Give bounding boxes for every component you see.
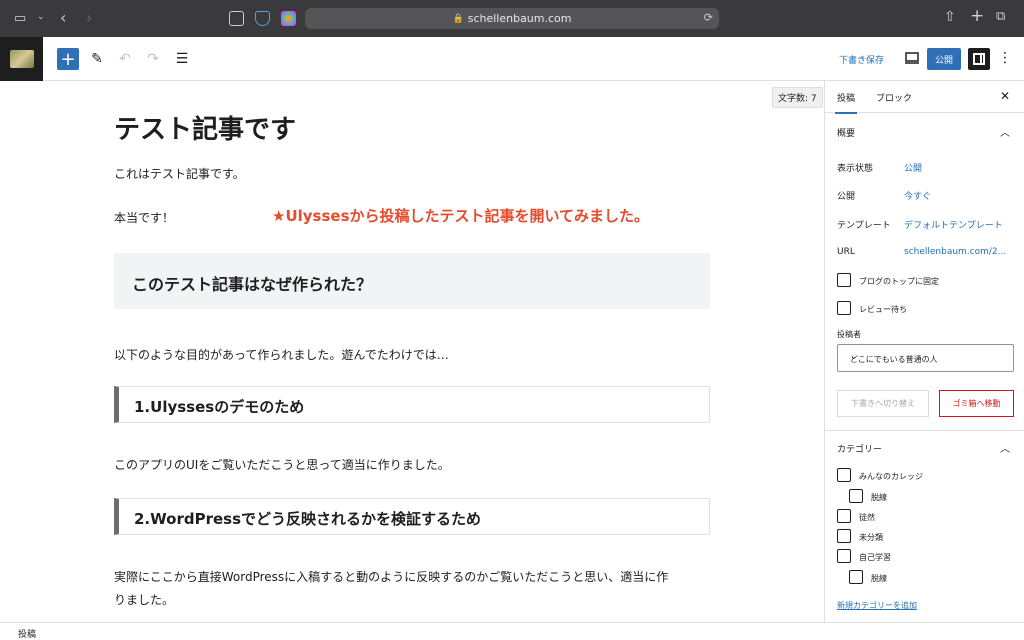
visibility-label: 表示状態 — [837, 164, 874, 174]
settings-sidebar: 投稿 ブロック ✕ 概要 ︿ 表示状態 公開 公開 今すぐ テンプレート デフォ… — [824, 81, 1024, 622]
chevron-up-icon[interactable]: ︿ — [1000, 440, 1010, 455]
editor-toolbar: + ✎ ↶ ↷ ☰ 下書き保存 公開 ⋮ — [0, 37, 1024, 81]
paragraph-2[interactable]: 本当です！ — [114, 209, 174, 226]
url-label: URL — [837, 247, 855, 257]
category-label: 未分類 — [859, 533, 883, 542]
forward-icon[interactable]: › — [86, 10, 92, 26]
category-label: 脱線 — [871, 574, 887, 583]
heading-2-block[interactable]: このテスト記事はなぜ作られた？ — [114, 253, 710, 309]
address-url: schellenbaum.com — [467, 12, 572, 25]
template-value[interactable]: デフォルトテンプレート — [904, 218, 1003, 231]
publish-button[interactable]: 公開 — [927, 48, 961, 70]
visibility-value[interactable]: 公開 — [904, 161, 922, 174]
sidebar-tabs: 投稿 ブロック ✕ — [825, 81, 1024, 114]
categories-panel-title[interactable]: カテゴリー — [837, 442, 882, 455]
settings-toggle-button[interactable] — [968, 48, 990, 70]
paragraph-1[interactable]: これはテスト記事です。 — [114, 165, 245, 182]
category-label: 徒然 — [859, 513, 875, 522]
redo-icon[interactable]: ↷ — [142, 48, 164, 70]
notion-extension-icon[interactable] — [229, 11, 244, 26]
address-bar[interactable]: 🔒 schellenbaum.com ⟳ — [305, 8, 719, 29]
add-block-button[interactable]: + — [57, 48, 79, 70]
tab-post[interactable]: 投稿 — [834, 91, 858, 114]
sidebar-panel-icon — [973, 53, 985, 65]
template-label: テンプレート — [837, 221, 891, 231]
chevron-down-icon: ⌄ — [850, 352, 858, 362]
more-options-icon[interactable]: ⋮ — [998, 50, 1012, 66]
heading-3-block-a[interactable]: 1.Ulyssesのデモのため — [114, 386, 710, 423]
chevron-down-icon[interactable]: ⌄ — [37, 13, 45, 22]
breadcrumb[interactable]: 投稿 — [18, 627, 36, 640]
category-label: みんなのカレッジ — [859, 472, 923, 481]
share-icon[interactable]: ⇧ — [944, 10, 956, 24]
tab-block[interactable]: ブロック — [876, 91, 912, 104]
lock-icon: 🔒 — [452, 13, 464, 24]
heading-3b-text: 2.WordPressでどう反映されるかを検証するため — [134, 510, 482, 528]
paragraph-3[interactable]: 以下のような目的があって作られました。遊んでたわけでは… — [114, 346, 449, 363]
sticky-label: ブログのトップに固定 — [859, 277, 939, 286]
category-label: 脱線 — [871, 493, 887, 502]
back-icon[interactable]: ‹ — [60, 10, 66, 26]
undo-icon[interactable]: ↶ — [114, 48, 136, 70]
category-checkbox[interactable] — [837, 468, 851, 482]
sidebar-toggle-icon[interactable]: ▭ — [14, 12, 26, 25]
heading-3-block-b[interactable]: 2.WordPressでどう反映されるかを検証するため — [114, 498, 710, 535]
paragraph-5-line-1[interactable]: 実際にここから直接WordPressに入稿すると動のように反映するのかご覧いただ… — [114, 568, 668, 585]
url-value[interactable]: schellenbaum.com/2... — [904, 247, 1006, 257]
editor-canvas: 文字数: 7 テスト記事です これはテスト記事です。 本当です！ ★Ulysse… — [0, 81, 824, 622]
grid-extension-icon[interactable] — [281, 11, 296, 26]
publish-label: 公開 — [837, 192, 856, 202]
category-checkbox[interactable] — [849, 570, 863, 584]
add-category-link[interactable]: 新規カテゴリーを追加 — [837, 600, 917, 611]
paragraph-5-line-2[interactable]: りました。 — [114, 591, 174, 608]
pending-review-label: レビュー待ち — [859, 305, 907, 314]
category-checkbox[interactable] — [837, 529, 851, 543]
author-label: 投稿者 — [837, 330, 861, 339]
publish-value[interactable]: 今すぐ — [904, 189, 931, 202]
move-to-trash-button[interactable]: ゴミ箱へ移動 — [939, 390, 1014, 417]
switch-to-draft-button[interactable]: 下書きへ切り替え — [837, 390, 929, 417]
browser-toolbar: ▭ ⌄ ‹ › 🔒 schellenbaum.com ⟳ ⇧ + ⧉ — [0, 0, 1024, 37]
chevron-up-icon[interactable]: ︿ — [1000, 124, 1010, 139]
editor-footer: 投稿 — [0, 622, 1024, 640]
shield-extension-icon[interactable] — [255, 11, 270, 26]
author-select[interactable]: どこにでもいる普通の人 ⌄ — [837, 344, 1014, 372]
edit-tool-icon[interactable]: ✎ — [86, 48, 108, 70]
category-checkbox[interactable] — [837, 549, 851, 563]
new-tab-icon[interactable]: + — [970, 8, 984, 25]
heading-2-text: このテスト記事はなぜ作られた？ — [132, 275, 373, 294]
category-label: 自己学習 — [859, 553, 891, 562]
category-checkbox[interactable] — [849, 489, 863, 503]
category-checkbox[interactable] — [837, 509, 851, 523]
word-count-badge: 文字数: 7 — [772, 87, 823, 108]
site-logo-image — [9, 50, 34, 68]
summary-panel-title[interactable]: 概要 — [837, 126, 855, 139]
highlight-note[interactable]: ★Ulyssesから投稿したテスト記事を開いてみました。 — [272, 205, 649, 226]
preview-icon[interactable] — [904, 50, 920, 66]
translate-reload-icon[interactable]: ⟳ — [704, 11, 713, 24]
tabs-overview-icon[interactable]: ⧉ — [996, 10, 1005, 23]
pending-review-checkbox[interactable] — [837, 301, 851, 315]
site-icon[interactable] — [0, 37, 43, 81]
divider — [825, 430, 1024, 431]
close-icon[interactable]: ✕ — [1000, 89, 1010, 103]
post-title[interactable]: テスト記事です — [114, 109, 296, 146]
sticky-checkbox[interactable] — [837, 273, 851, 287]
paragraph-4[interactable]: このアプリのUIをご覧いただこうと思って適当に作りました。 — [114, 456, 450, 473]
list-view-icon[interactable]: ☰ — [171, 48, 193, 70]
heading-3a-text: 1.Ulyssesのデモのため — [134, 398, 305, 416]
save-draft-button[interactable]: 下書き保存 — [839, 53, 884, 66]
